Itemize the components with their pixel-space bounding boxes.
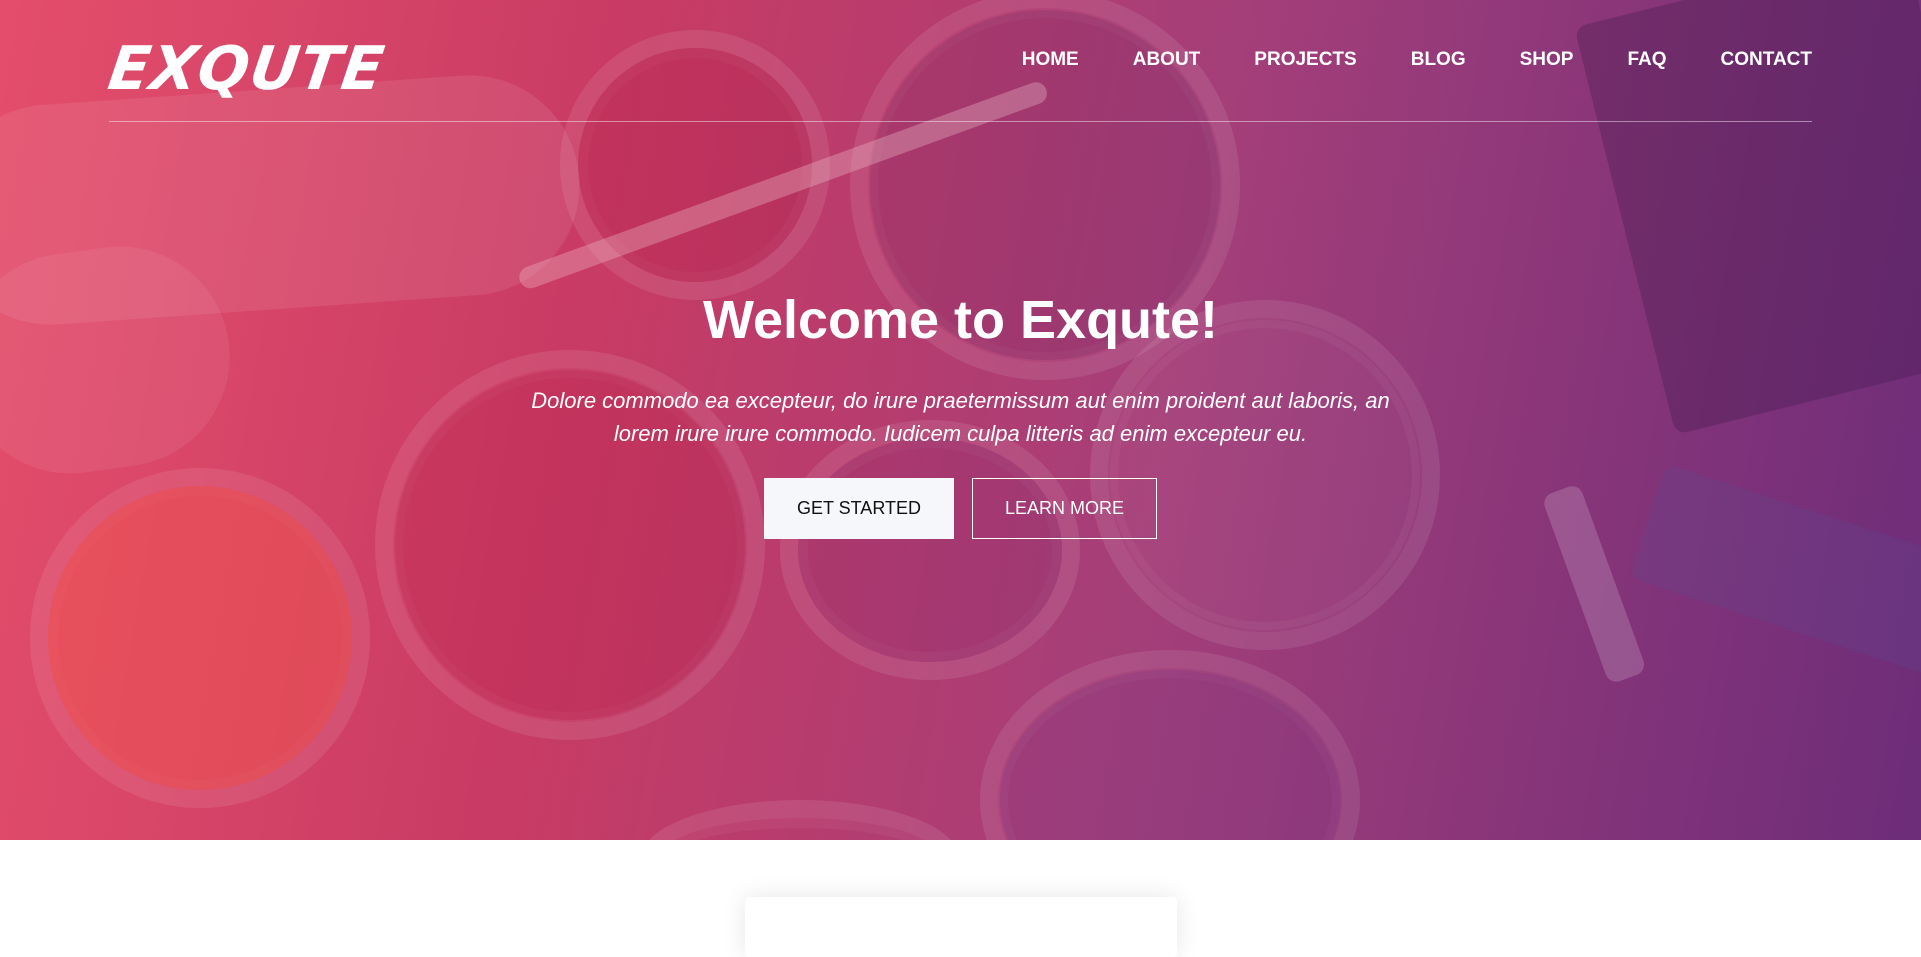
get-started-button[interactable]: GET STARTED bbox=[763, 478, 954, 539]
nav-faq[interactable]: FAQ bbox=[1627, 48, 1666, 72]
hero-content: Welcome to Exqute! Dolore commodo ea exc… bbox=[0, 282, 1921, 539]
logo[interactable]: EXQUTE bbox=[104, 34, 389, 104]
nav-about[interactable]: ABOUT bbox=[1133, 48, 1201, 72]
main-nav: HOME ABOUT PROJECTS BLOG SHOP FAQ CONTAC… bbox=[968, 48, 1812, 72]
nav-home[interactable]: HOME bbox=[1022, 48, 1079, 72]
nav-contact[interactable]: CONTACT bbox=[1721, 48, 1812, 72]
feature-card bbox=[745, 897, 1177, 957]
hero-description: Dolore commodo ea excepteur, do irure pr… bbox=[531, 388, 1390, 446]
nav-blog[interactable]: BLOG bbox=[1411, 48, 1466, 72]
hero-title: Welcome to Exqute! bbox=[702, 290, 1219, 350]
learn-more-button[interactable]: LEARN MORE bbox=[972, 478, 1158, 539]
hero-section: EXQUTE HOME ABOUT PROJECTS BLOG SHOP FAQ… bbox=[0, 0, 1921, 840]
hero-buttons: GET STARTED LEARN MORE bbox=[0, 478, 1921, 539]
navbar: EXQUTE HOME ABOUT PROJECTS BLOG SHOP FAQ… bbox=[104, 0, 1812, 122]
nav-projects[interactable]: PROJECTS bbox=[1254, 48, 1356, 72]
nav-shop[interactable]: SHOP bbox=[1520, 48, 1574, 72]
